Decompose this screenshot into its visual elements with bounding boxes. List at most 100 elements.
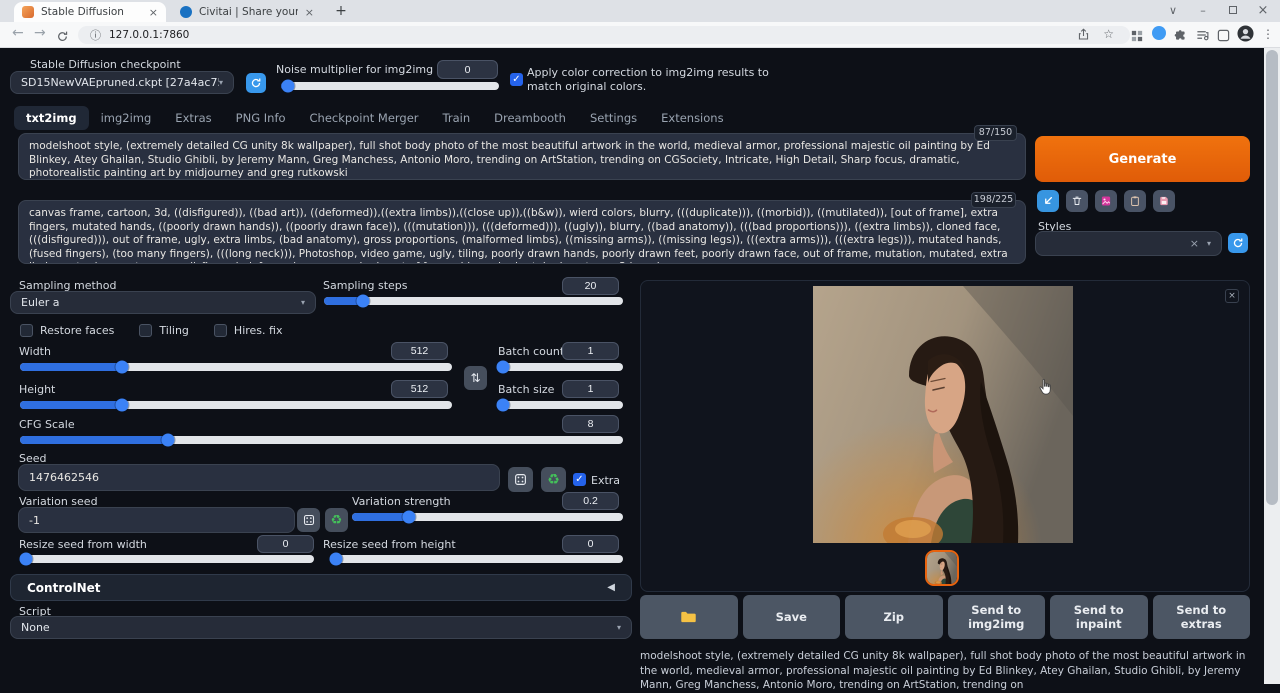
bookmark-star-icon[interactable]: ☆ (1103, 27, 1114, 41)
resize-seed-height-slider[interactable] (330, 555, 623, 563)
slider-knob[interactable] (161, 434, 174, 447)
tab-extensions[interactable]: Extensions (649, 106, 735, 130)
paste-params-button[interactable] (1037, 190, 1059, 212)
slider-knob[interactable] (402, 511, 415, 524)
tab-train[interactable]: Train (431, 106, 483, 130)
slider-knob[interactable] (497, 361, 510, 374)
tab-settings[interactable]: Settings (578, 106, 649, 130)
variation-strength-slider[interactable] (352, 513, 623, 521)
sampling-steps-slider[interactable] (324, 297, 623, 305)
noise-multiplier-slider[interactable] (281, 82, 499, 90)
save-style-button[interactable] (1153, 190, 1175, 212)
send-to-img2img-button[interactable]: Send to img2img (948, 595, 1046, 639)
variation-seed-input[interactable] (18, 507, 295, 533)
address-bar[interactable]: ⓘ 127.0.0.1:7860 ☆ (78, 26, 1130, 44)
open-folder-button[interactable] (640, 595, 738, 639)
extra-networks-button[interactable] (1095, 190, 1117, 212)
back-icon[interactable]: ← (12, 25, 24, 41)
close-image-icon[interactable]: × (1225, 289, 1239, 303)
color-correction-checkbox[interactable]: ✓ (510, 73, 523, 86)
side-panel-icon[interactable] (1217, 27, 1230, 46)
tab-dreambooth[interactable]: Dreambooth (482, 106, 578, 130)
chrome-menu-icon[interactable]: ⋮ (1262, 27, 1274, 41)
window-close-button[interactable]: × (1248, 0, 1278, 22)
window-restore-button[interactable] (1218, 0, 1248, 22)
width-value[interactable] (391, 342, 448, 360)
noise-multiplier-value[interactable] (437, 60, 498, 79)
profile-avatar[interactable] (1237, 25, 1254, 46)
refresh-icon[interactable] (56, 28, 69, 47)
seed-input[interactable] (18, 464, 500, 491)
prompt-textarea[interactable]: modelshoot style, (extremely detailed CG… (18, 133, 1026, 180)
send-to-extras-button[interactable]: Send to extras (1153, 595, 1251, 639)
tab-close-icon[interactable]: × (149, 6, 158, 19)
new-tab-button[interactable]: + (332, 3, 350, 21)
batch-count-value[interactable] (562, 342, 619, 360)
zip-button[interactable]: Zip (845, 595, 943, 639)
clear-prompt-button[interactable] (1066, 190, 1088, 212)
scrollbar-thumb[interactable] (1266, 50, 1278, 505)
variation-seed-recycle-button[interactable]: ♻ (325, 508, 348, 532)
extension-blue-icon[interactable] (1152, 26, 1166, 40)
swap-dimensions-button[interactable]: ⇅ (464, 366, 487, 390)
slider-knob[interactable] (497, 399, 510, 412)
clear-styles-icon[interactable]: × (1190, 237, 1199, 250)
slider-knob[interactable] (115, 399, 128, 412)
tab-checkpoint-merger[interactable]: Checkpoint Merger (298, 106, 431, 130)
resize-seed-height-value[interactable] (562, 535, 619, 553)
site-info-icon[interactable]: ⓘ (90, 27, 101, 43)
browser-tab-stable-diffusion[interactable]: Stable Diffusion × (14, 2, 166, 22)
apply-style-button[interactable] (1124, 190, 1146, 212)
generate-button[interactable]: Generate (1035, 136, 1250, 182)
window-minimize-button[interactable]: – (1188, 0, 1218, 22)
save-button[interactable]: Save (743, 595, 841, 639)
height-value[interactable] (391, 380, 448, 398)
resize-seed-width-value[interactable] (257, 535, 314, 553)
reuse-seed-recycle-button[interactable]: ♻ (541, 467, 566, 492)
slider-knob[interactable] (329, 553, 342, 566)
tiling-checkbox[interactable] (139, 324, 152, 337)
gallery-thumbnail-selected[interactable] (925, 550, 959, 586)
batch-size-slider[interactable] (498, 401, 623, 409)
styles-dropdown[interactable]: × ▾ (1035, 231, 1222, 256)
variation-strength-value[interactable] (562, 492, 619, 510)
generated-image[interactable] (813, 286, 1073, 543)
variation-seed-dice-button[interactable] (297, 508, 320, 532)
slider-knob[interactable] (19, 553, 32, 566)
extension-grid-icon[interactable] (1131, 27, 1143, 46)
tab-extras[interactable]: Extras (163, 106, 223, 130)
styles-refresh-button[interactable] (1228, 233, 1248, 253)
script-dropdown[interactable]: None ▾ (10, 616, 632, 639)
cfg-scale-slider[interactable] (20, 436, 623, 444)
slider-knob[interactable] (356, 295, 369, 308)
chrome-menu-chevron-icon[interactable]: ∨ (1158, 0, 1188, 22)
forward-icon[interactable]: → (34, 25, 46, 41)
browser-tab-civitai[interactable]: Civitai | Share your models × (172, 2, 322, 22)
page-scrollbar[interactable] (1264, 48, 1280, 684)
extensions-puzzle-icon[interactable] (1174, 27, 1187, 46)
resize-seed-width-slider[interactable] (20, 555, 314, 563)
sampling-steps-value[interactable] (562, 277, 619, 295)
tab-txt2img[interactable]: txt2img (14, 106, 89, 130)
random-seed-dice-button[interactable] (508, 467, 533, 492)
tab-png-info[interactable]: PNG Info (224, 106, 298, 130)
hires-fix-checkbox[interactable] (214, 324, 227, 337)
checkpoint-refresh-button[interactable] (246, 73, 266, 93)
width-slider[interactable] (20, 363, 452, 371)
checkpoint-dropdown[interactable]: SD15NewVAEpruned.ckpt [27a4ac756c] ▾ (10, 71, 234, 94)
restore-faces-checkbox[interactable] (20, 324, 33, 337)
negative-prompt-textarea[interactable]: canvas frame, cartoon, 3d, ((disfigured)… (18, 200, 1026, 264)
sampling-method-dropdown[interactable]: Euler a ▾ (10, 291, 316, 314)
height-slider[interactable] (20, 401, 452, 409)
batch-count-slider[interactable] (498, 363, 623, 371)
batch-size-value[interactable] (562, 380, 619, 398)
cfg-scale-value[interactable] (562, 415, 619, 433)
playlist-icon[interactable] (1196, 27, 1209, 46)
slider-knob[interactable] (115, 361, 128, 374)
send-to-inpaint-button[interactable]: Send to inpaint (1050, 595, 1148, 639)
share-icon[interactable] (1077, 28, 1090, 44)
extra-seed-checkbox[interactable]: ✓ (573, 473, 586, 486)
controlnet-accordion[interactable]: ControlNet ◀ (10, 574, 632, 601)
tab-img2img[interactable]: img2img (89, 106, 164, 130)
tab-close-icon[interactable]: × (305, 6, 314, 19)
